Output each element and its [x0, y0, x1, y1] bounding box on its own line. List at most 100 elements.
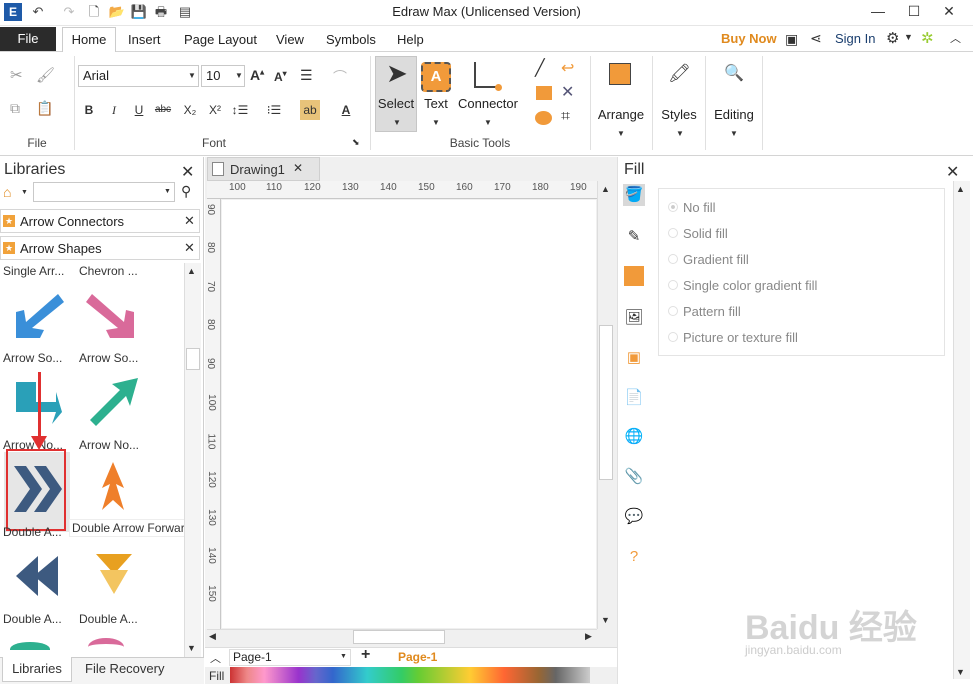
comment-icon[interactable]: 💬: [623, 506, 645, 528]
scroll-down-arrow-icon[interactable]: ▼: [601, 615, 610, 625]
tab-symbols[interactable]: Symbols: [326, 30, 376, 50]
shrink-font-icon[interactable]: A▾: [274, 69, 287, 84]
library-scrollbar[interactable]: [184, 263, 201, 657]
share-icon[interactable]: ⋖: [810, 30, 822, 47]
crop-tool-icon[interactable]: ⌗: [561, 108, 570, 126]
library-scroll-thumb[interactable]: [186, 348, 200, 370]
connector-label[interactable]: Connector: [456, 96, 520, 111]
tab-libraries[interactable]: Libraries: [2, 657, 72, 682]
hyperlink-globe-icon[interactable]: 🌐: [623, 426, 645, 448]
ellipse-tool-icon[interactable]: [535, 111, 552, 125]
radio-pattern-fill[interactable]: [668, 306, 678, 316]
scroll-left-arrow-icon[interactable]: ◀: [209, 631, 216, 642]
arrange-icon[interactable]: [609, 63, 631, 85]
library-search-input[interactable]: [33, 182, 175, 202]
fill-option-label[interactable]: Single color gradient fill: [683, 278, 817, 293]
font-color-icon[interactable]: A: [336, 100, 356, 120]
tab-file-recovery[interactable]: File Recovery: [85, 661, 164, 676]
text-tool-icon[interactable]: A: [421, 62, 451, 92]
cut-icon[interactable]: ✂: [10, 66, 23, 84]
bold-button[interactable]: B: [79, 100, 99, 120]
image-icon[interactable]: 🖼: [623, 307, 645, 329]
close-category-icon[interactable]: ✕: [184, 240, 195, 256]
paste-icon[interactable]: 📋: [36, 100, 53, 117]
highlight-color-icon[interactable]: ab: [300, 100, 320, 120]
strikethrough-button[interactable]: abc: [153, 100, 173, 120]
italic-button[interactable]: I: [104, 100, 124, 120]
settings-gear-icon[interactable]: ⚙: [886, 29, 899, 47]
fill-option-label[interactable]: No fill: [683, 200, 716, 215]
bullet-list-icon[interactable]: ⁝☰: [264, 100, 284, 120]
shape-double-arrow-up[interactable]: [100, 460, 126, 516]
tab-view[interactable]: View: [276, 30, 304, 50]
editing-button[interactable]: Editing: [707, 107, 761, 122]
line-spacing-icon[interactable]: ↕☰: [230, 100, 250, 120]
page-properties-icon[interactable]: 📄: [623, 387, 645, 409]
maximize-button[interactable]: ☐: [897, 0, 931, 24]
search-icon[interactable]: ⚲: [181, 183, 191, 200]
font-dialog-launcher-icon[interactable]: ⬊: [352, 137, 360, 148]
tab-help[interactable]: Help: [397, 30, 424, 50]
scroll-up-arrow-icon[interactable]: ▲: [187, 266, 196, 276]
radio-gradient-fill[interactable]: [668, 254, 678, 264]
vertical-scroll-thumb[interactable]: [599, 325, 613, 480]
line-tool-icon[interactable]: ╱: [535, 58, 545, 78]
page-nav-up-icon[interactable]: ︿: [210, 650, 221, 666]
horizontal-scroll-thumb[interactable]: [353, 630, 445, 644]
shape-arrow-southeast[interactable]: [86, 290, 142, 342]
shape-double-arrow-back[interactable]: [14, 554, 62, 598]
close-button[interactable]: ✕: [932, 0, 966, 24]
tab-home[interactable]: Home: [62, 27, 116, 53]
scroll-right-arrow-icon[interactable]: ▶: [585, 631, 592, 642]
rectangle-tool-icon[interactable]: [536, 86, 552, 100]
fill-option-label[interactable]: Gradient fill: [683, 252, 749, 267]
fill-option-label[interactable]: Pattern fill: [683, 304, 741, 319]
active-page-tab[interactable]: Page-1: [398, 650, 437, 664]
tab-page-layout[interactable]: Page Layout: [184, 30, 257, 50]
shape-arrow-northeast[interactable]: [86, 374, 142, 426]
file-menu-button[interactable]: File: [0, 27, 56, 51]
dropdown-chevron-icon[interactable]: ▼: [21, 189, 28, 196]
scroll-up-arrow-icon[interactable]: ▲: [601, 184, 610, 194]
line-style-icon[interactable]: ✎: [623, 226, 645, 248]
fill-option-label[interactable]: Picture or texture fill: [683, 330, 798, 345]
fill-bucket-icon[interactable]: 🪣: [623, 184, 645, 206]
underline-button[interactable]: U: [129, 100, 149, 120]
tab-insert[interactable]: Insert: [128, 30, 161, 50]
radio-single-color-gradient-fill[interactable]: [668, 280, 678, 290]
sign-in-link[interactable]: Sign In: [835, 31, 875, 46]
layers-icon[interactable]: ▣: [623, 347, 645, 369]
radio-solid-fill[interactable]: [668, 228, 678, 238]
arrange-button[interactable]: Arrange: [592, 107, 650, 122]
close-fill-panel-icon[interactable]: ✕: [946, 162, 959, 182]
text-direction-icon[interactable]: ⌒: [333, 67, 347, 87]
scroll-up-arrow-icon[interactable]: ▲: [956, 184, 965, 194]
page-selector[interactable]: Page-1: [229, 649, 351, 666]
text-tool-label[interactable]: Text: [419, 96, 453, 111]
superscript-button[interactable]: X²: [205, 100, 225, 120]
radio-picture-fill[interactable]: [668, 332, 678, 342]
home-icon[interactable]: ⌂: [3, 184, 11, 200]
close-libraries-icon[interactable]: ✕: [181, 162, 194, 182]
format-painter-icon[interactable]: 🖌: [36, 66, 55, 84]
shape-partial-pink[interactable]: [88, 638, 124, 656]
attachment-icon[interactable]: 📎: [623, 466, 645, 488]
arc-tool-icon[interactable]: ↩: [561, 58, 574, 78]
help-icon[interactable]: ?: [623, 546, 645, 568]
subscript-button[interactable]: X₂: [180, 100, 200, 120]
collapse-ribbon-icon[interactable]: ︿: [950, 30, 961, 46]
scroll-down-arrow-icon[interactable]: ▼: [956, 667, 965, 677]
drawing-page[interactable]: [222, 200, 596, 628]
buy-now-link[interactable]: Buy Now: [721, 31, 777, 46]
font-name-dropdown[interactable]: Arial: [78, 65, 199, 87]
radio-no-fill[interactable]: [668, 202, 678, 212]
styles-button[interactable]: Styles: [655, 107, 703, 122]
fill-option-label[interactable]: Solid fill: [683, 226, 728, 241]
shape-partial-teal[interactable]: [10, 642, 50, 656]
fill-panel-scrollbar[interactable]: [953, 181, 970, 679]
scroll-down-arrow-icon[interactable]: ▼: [187, 643, 196, 653]
styles-icon[interactable]: 🖍: [668, 63, 691, 84]
close-category-icon[interactable]: ✕: [184, 213, 195, 229]
shape-arrow-southwest[interactable]: [10, 290, 66, 342]
crossing-line-icon[interactable]: ✕: [561, 82, 574, 102]
